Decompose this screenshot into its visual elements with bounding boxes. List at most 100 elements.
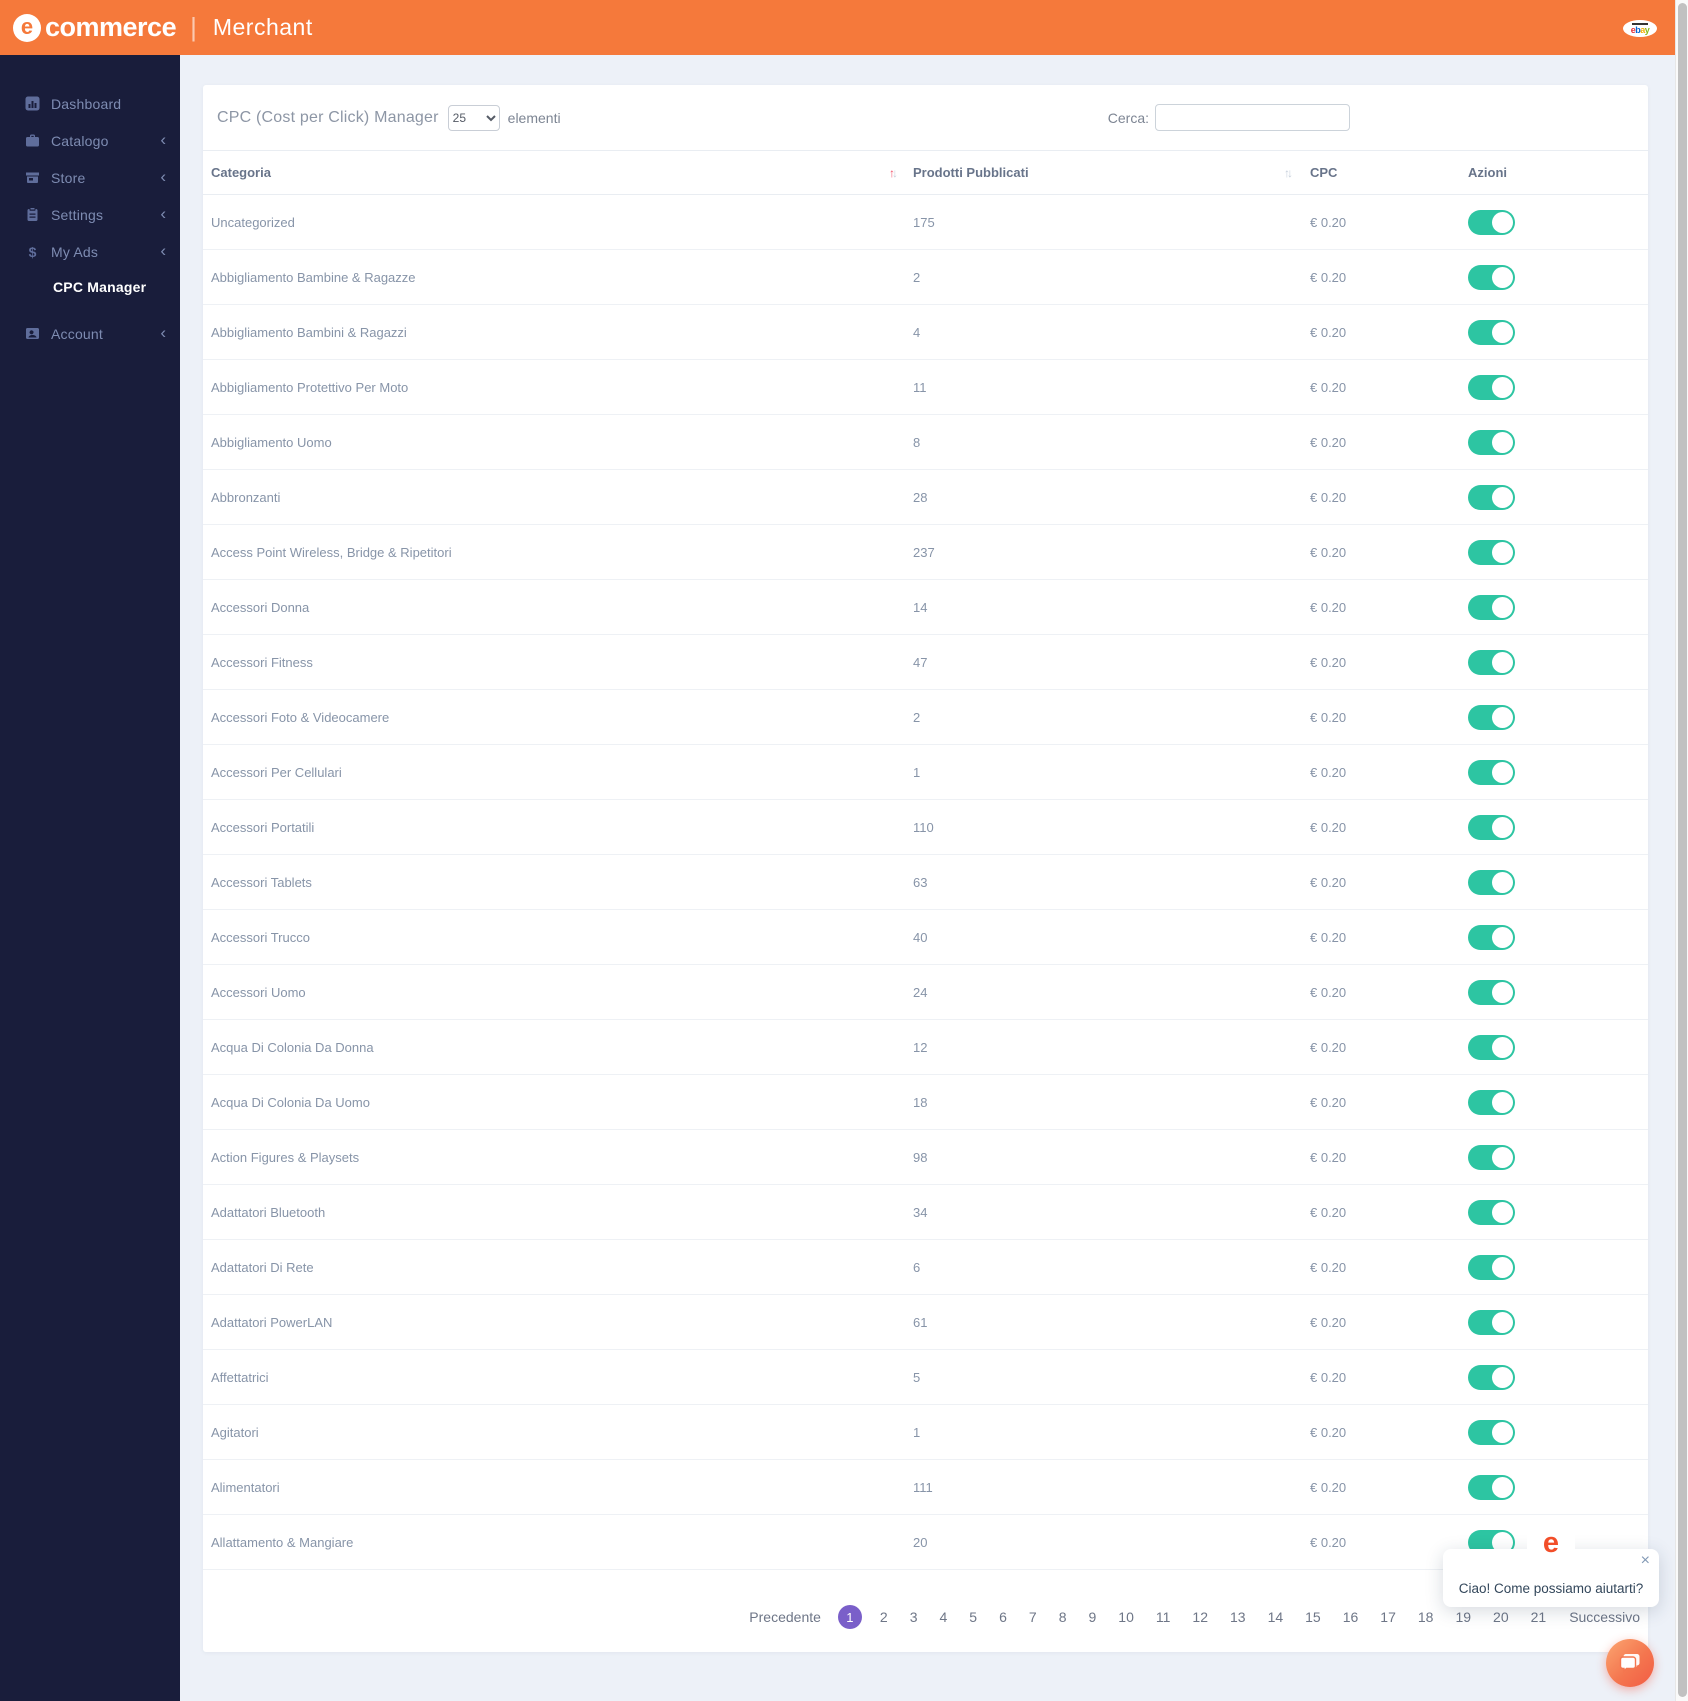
cpc-enable-toggle[interactable]	[1468, 209, 1515, 235]
pagination-next-button[interactable]: Successivo	[1569, 1609, 1640, 1625]
products-cell: 40	[905, 909, 1300, 965]
table-row: Access Point Wireless, Bridge & Ripetito…	[203, 524, 1648, 580]
cpc-enable-toggle[interactable]	[1468, 539, 1515, 565]
page-number[interactable]: 15	[1294, 1609, 1332, 1625]
table-row: Accessori Per Cellulari 1 € 0.20	[203, 744, 1648, 800]
page-number[interactable]: 21	[1520, 1609, 1558, 1625]
page-number[interactable]: 8	[1048, 1609, 1078, 1625]
page-number[interactable]: 4	[929, 1609, 959, 1625]
page-number-active[interactable]: 1	[837, 1605, 862, 1629]
cpc-enable-toggle[interactable]	[1468, 264, 1515, 290]
cpc-enable-toggle[interactable]	[1468, 1364, 1515, 1390]
cpc-enable-toggle[interactable]	[1468, 979, 1515, 1005]
table-row: Abbigliamento Uomo 8 € 0.20	[203, 414, 1648, 470]
cpc-enable-toggle[interactable]	[1468, 594, 1515, 620]
cpc-enable-toggle[interactable]	[1468, 649, 1515, 675]
sort-prodotti-button[interactable]: ↑↓	[1284, 166, 1293, 180]
sidebar-item-account[interactable]: Account ‹	[0, 315, 180, 352]
table-row: Adattatori Di Rete 6 € 0.20	[203, 1239, 1648, 1295]
sidebar: Dashboard Catalogo ‹ Store ‹ Settings ‹ …	[0, 55, 180, 1701]
cpc-enable-toggle[interactable]	[1468, 429, 1515, 455]
products-cell: 237	[905, 524, 1300, 580]
cpc-enable-toggle[interactable]	[1468, 924, 1515, 950]
cpc-enable-toggle[interactable]	[1468, 1034, 1515, 1060]
cpc-enable-toggle[interactable]	[1468, 1199, 1515, 1225]
products-cell: 20	[905, 1514, 1300, 1570]
cpc-enable-toggle[interactable]	[1468, 869, 1515, 895]
page-number[interactable]: 12	[1181, 1609, 1219, 1625]
brand-divider: |	[190, 12, 197, 42]
cpc-cell: € 0.20	[1300, 1129, 1455, 1185]
toggle-knob	[1492, 871, 1513, 893]
cpc-enable-toggle[interactable]	[1468, 814, 1515, 840]
page-number[interactable]: 18	[1407, 1609, 1445, 1625]
table-row: Acqua Di Colonia Da Uomo 18 € 0.20	[203, 1074, 1648, 1130]
table-row: Abbigliamento Protettivo Per Moto 11 € 0…	[203, 359, 1648, 415]
page-number[interactable]: 6	[988, 1609, 1018, 1625]
page-title: CPC (Cost per Click) Manager	[217, 108, 439, 126]
cpc-enable-toggle[interactable]	[1468, 704, 1515, 730]
page-number[interactable]: 17	[1369, 1609, 1407, 1625]
table-header-row: Categoria ↑↓ Prodotti Pubblicati ↑↓ CPC …	[203, 150, 1648, 195]
cpc-enable-toggle[interactable]	[1468, 1144, 1515, 1170]
page-number[interactable]: 3	[899, 1609, 929, 1625]
scrollbar-track[interactable]	[1675, 0, 1688, 1701]
products-cell: 1	[905, 1404, 1300, 1460]
page-size-select[interactable]: 25	[447, 104, 500, 131]
pagination: Precedente 1 2 3 4 5 6 7 8 9 10 11 12 13 14 15 16 17 18 19…	[203, 1604, 1640, 1630]
page-number[interactable]: 10	[1107, 1609, 1145, 1625]
toggle-knob	[1492, 1421, 1513, 1443]
sidebar-item-cpc-manager-active[interactable]: CPC Manager	[0, 270, 180, 303]
cpc-enable-toggle[interactable]	[1468, 1089, 1515, 1115]
page-number[interactable]: 19	[1444, 1609, 1482, 1625]
cpc-enable-toggle[interactable]	[1468, 1419, 1515, 1445]
category-cell: Accessori Foto & Videocamere	[203, 689, 905, 745]
page-number[interactable]: 16	[1332, 1609, 1370, 1625]
toggle-knob	[1492, 1476, 1513, 1498]
sort-categoria-button[interactable]: ↑↓	[889, 166, 898, 180]
cpc-enable-toggle[interactable]	[1468, 1474, 1515, 1500]
chevron-left-icon: ‹	[160, 167, 166, 186]
storefront-icon	[25, 170, 40, 185]
cpc-enable-toggle[interactable]	[1468, 319, 1515, 345]
cpc-cell: € 0.20	[1300, 194, 1455, 250]
cpc-cell: € 0.20	[1300, 359, 1455, 415]
page-number[interactable]: 2	[869, 1609, 899, 1625]
toggle-knob	[1492, 376, 1513, 398]
page-number[interactable]: 7	[1018, 1609, 1048, 1625]
cpc-enable-toggle[interactable]	[1468, 484, 1515, 510]
cpc-enable-toggle[interactable]	[1468, 1254, 1515, 1280]
close-icon[interactable]: ×	[1641, 1553, 1650, 1569]
products-cell: 14	[905, 579, 1300, 635]
sidebar-item-my-ads[interactable]: $ My Ads ‹	[0, 233, 180, 270]
cpc-enable-toggle[interactable]	[1468, 1309, 1515, 1335]
table-row: Action Figures & Playsets 98 € 0.20	[203, 1129, 1648, 1185]
sidebar-item-dashboard[interactable]: Dashboard	[0, 85, 180, 122]
products-cell: 61	[905, 1294, 1300, 1350]
category-cell: Accessori Per Cellulari	[203, 744, 905, 800]
column-header-prodotti: Prodotti Pubblicati	[913, 165, 1029, 180]
search-input[interactable]	[1155, 104, 1350, 131]
cpc-enable-toggle[interactable]	[1468, 759, 1515, 785]
page-number[interactable]: 20	[1482, 1609, 1520, 1625]
page-number[interactable]: 11	[1145, 1609, 1182, 1625]
sidebar-item-store[interactable]: Store ‹	[0, 159, 180, 196]
page-number[interactable]: 9	[1077, 1609, 1107, 1625]
page-number[interactable]: 14	[1257, 1609, 1295, 1625]
page-number[interactable]: 5	[958, 1609, 988, 1625]
sidebar-item-catalogo[interactable]: Catalogo ‹	[0, 122, 180, 159]
scrollbar-thumb[interactable]	[1678, 3, 1687, 1697]
toggle-knob	[1492, 981, 1513, 1003]
cpc-enable-toggle[interactable]	[1468, 374, 1515, 400]
cpc-cell: € 0.20	[1300, 414, 1455, 470]
category-cell: Action Figures & Playsets	[203, 1129, 905, 1185]
page-number[interactable]: 13	[1219, 1609, 1257, 1625]
chat-launcher-button[interactable]	[1606, 1639, 1654, 1687]
sidebar-item-settings[interactable]: Settings ‹	[0, 196, 180, 233]
pagination-previous-button[interactable]: Precedente	[749, 1609, 821, 1625]
table-row: Accessori Fitness 47 € 0.20	[203, 634, 1648, 690]
category-cell: Abbronzanti	[203, 469, 905, 525]
table-row: Accessori Donna 14 € 0.20	[203, 579, 1648, 635]
table-row: Adattatori Bluetooth 34 € 0.20	[203, 1184, 1648, 1240]
cpc-cell: € 0.20	[1300, 249, 1455, 305]
